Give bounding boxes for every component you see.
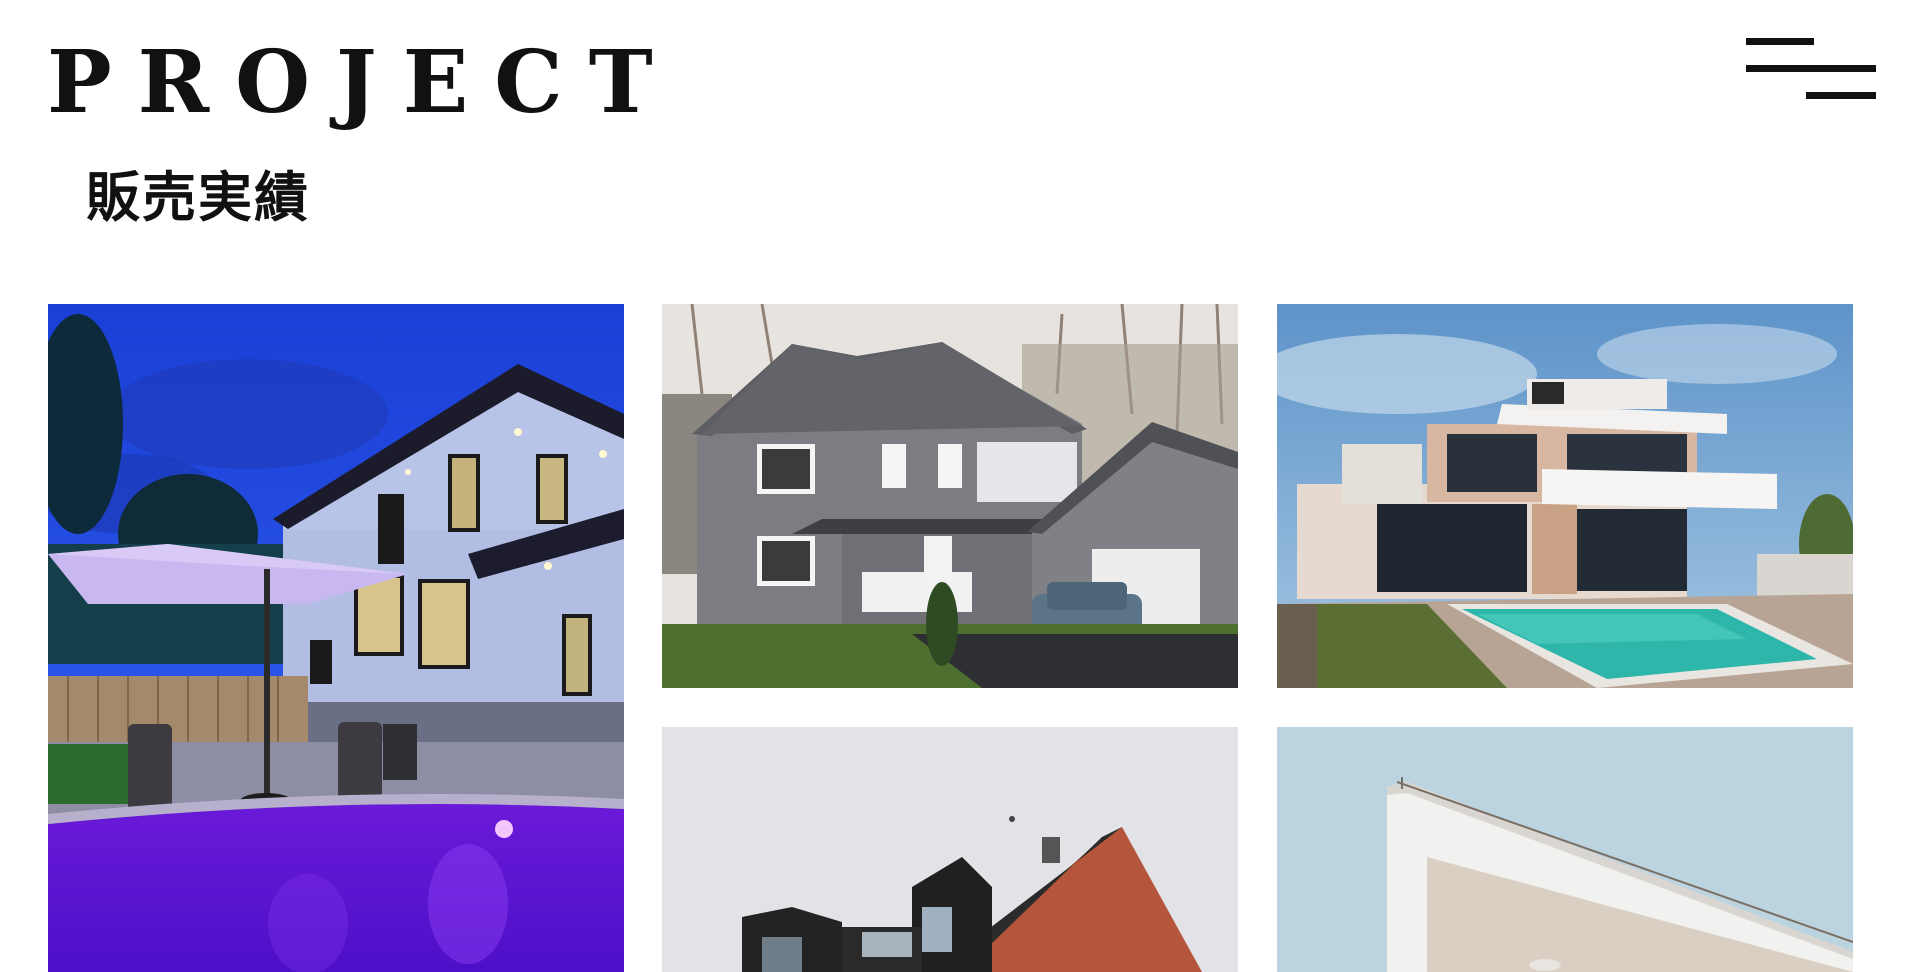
brick-apartment-image (662, 727, 1238, 972)
white-building-roof-image (1277, 727, 1853, 972)
project-photo-stone-house-garage[interactable] (662, 304, 1238, 688)
project-photo-brick-apartment[interactable] (662, 727, 1238, 972)
project-photo-white-building-roof[interactable] (1277, 727, 1853, 972)
menu-line-bottom (1806, 92, 1876, 99)
menu-line-middle (1746, 65, 1876, 72)
page-subtitle: 販売実績 (86, 165, 310, 229)
modern-villa-pool-image (1277, 304, 1853, 688)
stone-house-garage-image (662, 304, 1238, 688)
page-title: PROJECT (47, 32, 679, 133)
project-photo-night-house-pool[interactable] (48, 304, 624, 972)
hamburger-menu-icon[interactable] (1740, 34, 1876, 104)
menu-line-top (1746, 38, 1814, 45)
night-house-pool-image (48, 304, 624, 972)
project-photo-modern-villa-pool[interactable] (1277, 304, 1853, 688)
